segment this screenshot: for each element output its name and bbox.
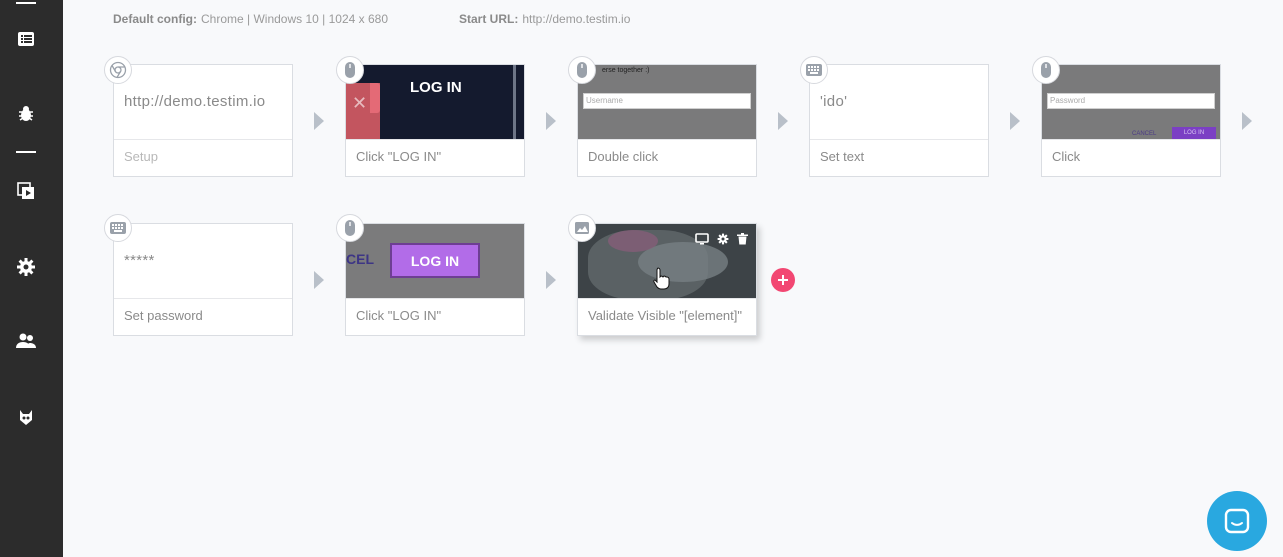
step-divider [346,298,524,299]
step-click-login[interactable]: ✕ LOG IN Click "LOG IN" [345,64,525,177]
step-thumbnail: ✕ LOG IN [346,65,524,139]
chrome-icon [104,56,132,84]
config-bar: Default config: Chrome | Windows 10 | 102… [113,12,630,26]
step-validate-visible[interactable]: Validate Visible "[element]" [577,223,757,336]
mouse-icon [336,56,364,84]
step-label: Validate Visible "[element]" [588,308,743,323]
mask-icon[interactable] [13,404,39,430]
mouse-icon [568,56,596,84]
step-label: Set text [820,149,865,164]
step-click-login-2[interactable]: CEL LOG IN Click "LOG IN" [345,223,525,336]
hand-cursor-icon [653,267,670,290]
default-config-label: Default config: [113,12,197,26]
thumb-login-button: LOG IN [390,243,480,278]
thumb-password-field: Password [1047,93,1215,109]
sidebar-divider [16,2,36,4]
step-divider [810,139,988,140]
step-toolbar [695,232,748,250]
trash-icon[interactable] [737,232,748,250]
keyboard-icon [104,214,132,242]
gear-icon[interactable] [13,254,39,280]
sidebar-divider [16,151,36,153]
start-url-value: http://demo.testim.io [522,12,631,26]
thumb-cancel-fragment: CEL [346,251,374,267]
add-step-button[interactable] [771,268,795,292]
gear-icon[interactable] [717,232,729,250]
step-arrow [546,271,556,289]
step-label: Click "LOG IN" [356,149,442,164]
step-click[interactable]: Password CANCEL LOG IN Click [1041,64,1221,177]
chat-icon [1224,508,1250,534]
set-password-value: ***** [124,252,155,269]
bug-icon[interactable] [13,101,39,127]
default-config-value: Chrome | Windows 10 | 1024 x 680 [201,12,388,26]
step-set-text[interactable]: 'ido' Set text [809,64,989,177]
step-thumbnail [578,224,756,298]
step-arrow [314,271,324,289]
step-arrow [1242,112,1252,130]
step-divider [578,139,756,140]
setup-url-value: http://demo.testim.io [124,93,266,110]
thumb-login-button: LOG IN [1172,127,1216,139]
monitor-icon[interactable] [695,232,709,250]
step-arrow [1010,112,1020,130]
step-divider [1042,139,1220,140]
thumb-edge [513,65,516,139]
step-thumbnail: CEL LOG IN [346,224,524,298]
step-label: Set password [124,308,203,323]
step-divider [114,298,292,299]
play-suite-icon[interactable] [13,178,39,204]
keyboard-icon [800,56,828,84]
step-arrow [546,112,556,130]
mouse-icon [1032,56,1060,84]
users-icon[interactable] [13,328,39,354]
chat-button[interactable] [1207,491,1267,551]
list-icon[interactable] [13,26,39,52]
step-arrow [314,112,324,130]
plus-icon [778,275,788,285]
step-label: Click "LOG IN" [356,308,442,323]
close-icon: ✕ [352,93,368,113]
step-arrow [778,112,788,130]
thumb-username-field: Username [583,93,751,109]
thumb-shape [608,230,658,252]
thumb-red-tab [370,83,380,113]
step-label: Double click [588,149,659,164]
step-setup[interactable]: http://demo.testim.io Setup [113,64,293,177]
step-divider [114,139,292,140]
set-text-value: 'ido' [820,93,848,110]
step-thumbnail: Password CANCEL LOG IN [1042,65,1220,139]
start-url: Start URL: http://demo.testim.io [459,12,630,26]
mouse-icon [336,214,364,242]
step-divider [578,298,756,299]
step-divider [346,139,524,140]
image-icon [568,214,596,242]
thumb-tagline: erse together :) [602,67,650,74]
thumb-login-text: LOG IN [410,79,462,96]
step-set-password[interactable]: ***** Set password [113,223,293,336]
step-label: Setup [124,149,158,164]
start-url-label: Start URL: [459,12,519,26]
step-label: Click [1052,149,1081,164]
sidebar [0,0,63,557]
step-thumbnail: erse together :) Username [578,65,756,139]
thumb-cancel-text: CANCEL [1132,131,1157,137]
step-double-click[interactable]: erse together :) Username Double click [577,64,757,177]
